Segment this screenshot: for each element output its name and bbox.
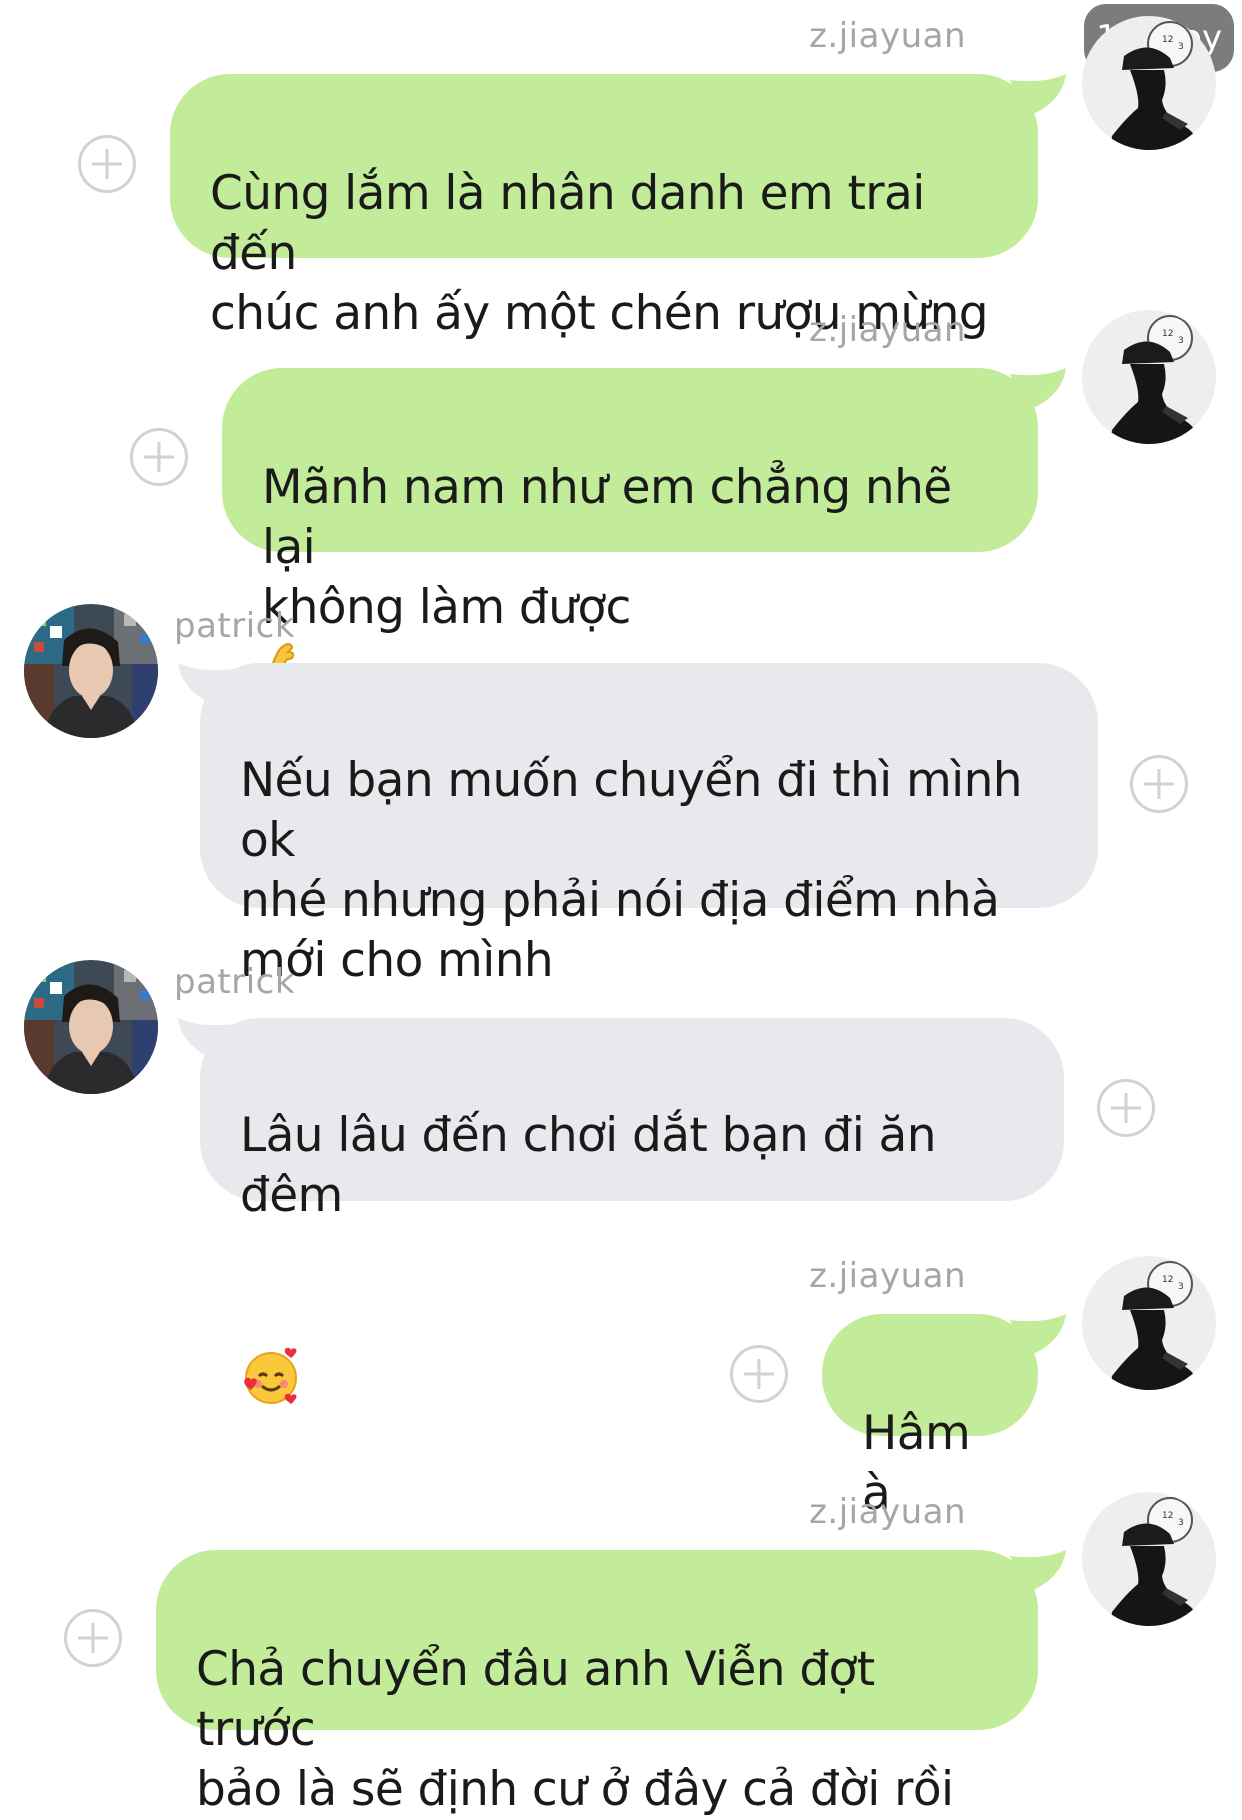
sender-name: z.jiayuan: [809, 310, 966, 350]
young-man-photo-avatar[interactable]: [24, 960, 158, 1094]
message-bubble-incoming[interactable]: Lâu lâu đến chơi dắt bạn đi ăn đêm: [200, 1018, 1064, 1404]
bubble-tail: [1010, 1314, 1066, 1358]
sender-name: z.jiayuan: [809, 16, 966, 56]
message-text: Nếu bạn muốn chuyển đi thì mình ok nhé n…: [240, 753, 1023, 988]
silhouette-hat-avatar[interactable]: [1082, 1256, 1216, 1390]
bubble-tail: [1010, 368, 1066, 412]
silhouette-hat-avatar[interactable]: [1082, 1492, 1216, 1626]
young-man-photo-avatar[interactable]: [24, 604, 158, 738]
add-reaction-icon[interactable]: [78, 135, 136, 193]
silhouette-hat-avatar[interactable]: [1082, 310, 1216, 444]
add-reaction-icon[interactable]: [730, 1345, 788, 1403]
message-bubble-outgoing[interactable]: Cùng lắm là nhân danh em trai đến chúc a…: [170, 74, 1038, 341]
smiling-face-with-hearts-icon: [244, 1347, 297, 1404]
add-reaction-icon[interactable]: [64, 1609, 122, 1667]
sender-name: z.jiayuan: [809, 1492, 966, 1532]
sender-name: patrick: [174, 606, 296, 646]
bubble-tail: [1010, 1550, 1066, 1594]
add-reaction-icon[interactable]: [1097, 1079, 1155, 1137]
message-text: Lâu lâu đến chơi dắt bạn đi ăn đêm: [240, 1108, 937, 1223]
add-reaction-icon[interactable]: [1130, 755, 1188, 813]
sender-name: z.jiayuan: [809, 1256, 966, 1296]
bubble-tail: [1010, 74, 1066, 118]
sender-name: patrick: [174, 962, 296, 1002]
silhouette-hat-avatar[interactable]: [1082, 16, 1216, 150]
message-bubble-incoming[interactable]: Nếu bạn muốn chuyển đi thì mình ok nhé n…: [200, 663, 1098, 988]
add-reaction-icon[interactable]: [130, 428, 188, 486]
bubble-tail: [178, 663, 234, 707]
message-bubble-outgoing[interactable]: Chả chuyển đâu anh Viễn đợt trước bảo là…: [156, 1550, 1038, 1817]
message-text: Mãnh nam như em chẳng nhẽ lại không làm …: [262, 460, 952, 635]
message-bubble-outgoing[interactable]: Mãnh nam như em chẳng nhẽ lại không làm …: [222, 368, 1038, 691]
message-bubble-outgoing[interactable]: Hâm à: [822, 1314, 1038, 1521]
bubble-tail: [178, 1018, 234, 1062]
